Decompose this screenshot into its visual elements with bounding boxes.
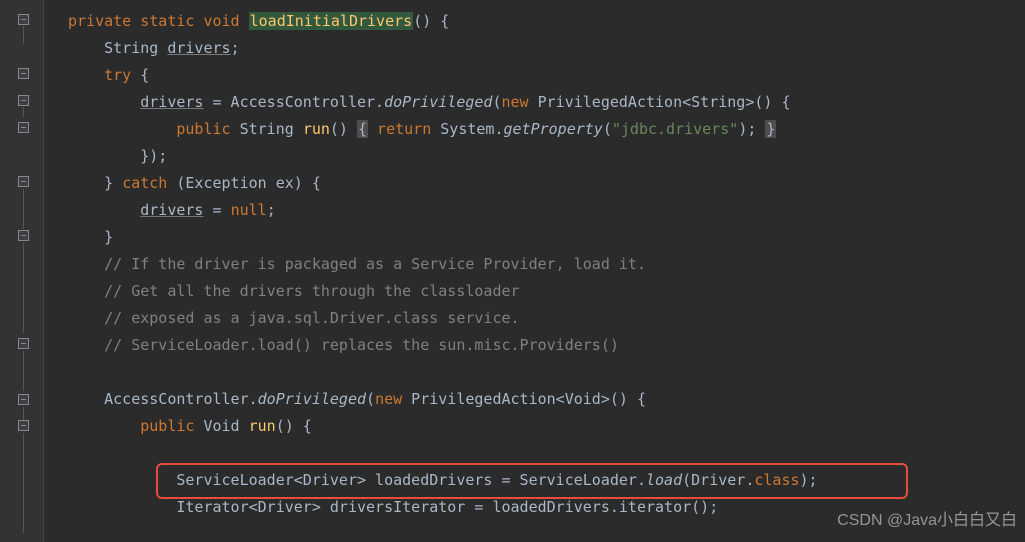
fold-icon[interactable]	[18, 176, 29, 187]
fold-icon[interactable]	[18, 68, 29, 79]
code-line: private static void loadInitialDrivers()…	[68, 8, 818, 35]
code-line: ServiceLoader<Driver> loadedDrivers = Se…	[68, 467, 818, 494]
code-line: }	[68, 224, 818, 251]
fold-icon[interactable]	[18, 394, 29, 405]
fold-icon[interactable]	[18, 122, 29, 133]
code-line	[68, 440, 818, 467]
code-line: AccessController.doPrivileged(new Privil…	[68, 386, 818, 413]
fold-line	[23, 107, 24, 117]
code-line: // exposed as a java.sql.Driver.class se…	[68, 305, 818, 332]
code-line: // Get all the drivers through the class…	[68, 278, 818, 305]
code-line: });	[68, 143, 818, 170]
code-line: // ServiceLoader.load() replaces the sun…	[68, 332, 818, 359]
code-line: public Void run() {	[68, 413, 818, 440]
code-line: public String run() { return System.getP…	[68, 116, 818, 143]
code-line: String drivers;	[68, 35, 818, 62]
fold-line	[23, 189, 24, 229]
fold-line	[23, 26, 24, 44]
fold-icon[interactable]	[18, 230, 29, 241]
fold-icon[interactable]	[18, 338, 29, 349]
code-line: drivers = AccessController.doPrivileged(…	[68, 89, 818, 116]
fold-line	[23, 243, 24, 333]
code-line: try {	[68, 62, 818, 89]
code-line: drivers = null;	[68, 197, 818, 224]
gutter	[0, 0, 44, 542]
watermark: CSDN @Java小白白又白	[837, 507, 1017, 536]
code-line: // If the driver is packaged as a Servic…	[68, 251, 818, 278]
code-editor[interactable]: private static void loadInitialDrivers()…	[44, 0, 818, 521]
fold-icon[interactable]	[18, 420, 29, 431]
fold-icon[interactable]	[18, 95, 29, 106]
code-line	[68, 359, 818, 386]
fold-line	[23, 433, 24, 533]
fold-icon[interactable]	[18, 14, 29, 25]
code-line: Iterator<Driver> driversIterator = loade…	[68, 494, 818, 521]
fold-line	[23, 351, 24, 391]
code-line: } catch (Exception ex) {	[68, 170, 818, 197]
